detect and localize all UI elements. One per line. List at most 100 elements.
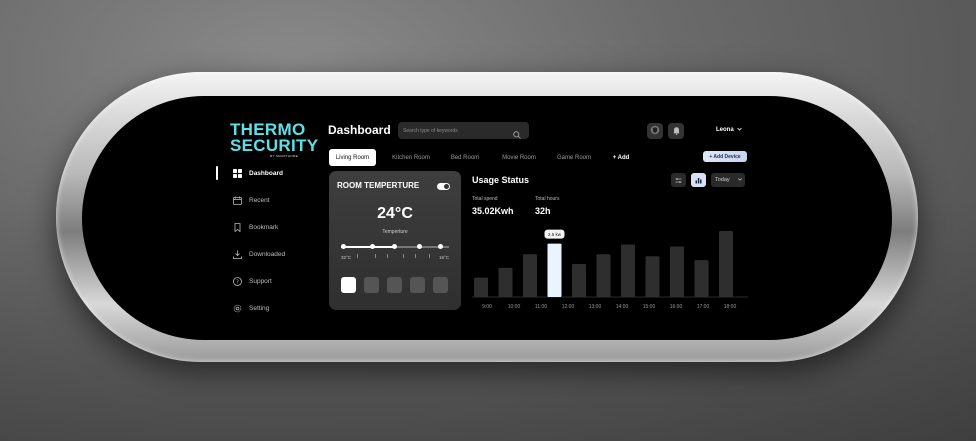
tab-bed-room[interactable]: Bed Room: [446, 149, 484, 166]
chart-x-tick-label: 15:00: [643, 304, 656, 310]
slider-knob[interactable]: [392, 244, 397, 249]
logo-line2: SECURITY: [230, 136, 319, 155]
chart-x-tick-label: 11:00: [535, 304, 547, 310]
tab-movie-room[interactable]: Movie Room: [496, 149, 542, 166]
calendar-icon: [232, 195, 242, 205]
slider-stop: [370, 244, 375, 249]
mode-button-1[interactable]: [341, 277, 356, 293]
usage-bar-chart: 2.5 kw 9:00 10:00 11:00 12:00 13:00 14:00 15:00…: [472, 229, 748, 310]
sidebar-item-setting[interactable]: Setting: [232, 301, 269, 315]
range-min-label: 32°C: [341, 255, 352, 260]
slider-fill: [341, 246, 395, 248]
notification-button[interactable]: [668, 123, 684, 139]
gear-icon: [232, 303, 242, 313]
sidebar-item-label: Recent: [249, 196, 270, 204]
mode-button-2[interactable]: [364, 277, 379, 293]
chevron-down-icon: [736, 127, 742, 133]
total-hours-value: 32h: [535, 206, 551, 216]
tab-game-room[interactable]: Game Room: [552, 149, 596, 166]
chart-tooltip-label: 2.5 kw: [548, 232, 562, 237]
sidebar-item-label: Bookmark: [249, 223, 279, 231]
chart-bar[interactable]: [498, 267, 513, 297]
slider-tick: [429, 254, 430, 258]
chart-x-tick-label: 17:00: [697, 304, 710, 310]
sidebar-item-label: Downloaded: [249, 250, 286, 258]
chart-x-tick-label: 12:00: [562, 304, 575, 310]
chart-bar[interactable]: [621, 244, 635, 297]
chart-x-tick-label: 14:00: [616, 304, 629, 310]
slider-tick: [387, 254, 388, 258]
shield-icon: [650, 122, 660, 140]
chart-bar[interactable]: [645, 256, 660, 297]
slider-tick: [357, 254, 358, 258]
chart-bar[interactable]: [572, 263, 586, 297]
sidebar-item-dashboard[interactable]: Dashboard: [232, 166, 283, 180]
card-title: ROOM TEMPERTURE: [337, 181, 420, 190]
sun-icon: [417, 244, 422, 249]
temperature-slider[interactable]: [341, 244, 449, 249]
chart-bar[interactable]: [523, 254, 537, 297]
period-select[interactable]: Today: [711, 173, 745, 187]
chart-bar[interactable]: [474, 277, 488, 297]
range-max-label: 16°C: [438, 255, 449, 260]
search-bar: [398, 122, 529, 139]
usage-title: Usage Status: [472, 175, 530, 185]
mode-button-4[interactable]: [410, 277, 425, 293]
power-toggle[interactable]: [437, 183, 450, 190]
mode-button-3[interactable]: [387, 277, 402, 293]
sidebar-item-recent[interactable]: Recent: [232, 193, 270, 207]
sidebar-item-label: Support: [249, 277, 272, 285]
svg-text:?: ?: [236, 279, 239, 285]
slider-stop: [341, 244, 346, 249]
user-menu[interactable]: Leona: [716, 127, 742, 133]
sidebar-item-downloaded[interactable]: Downloaded: [232, 247, 285, 261]
temperature-value: 24°C: [377, 205, 413, 222]
search-icon[interactable]: [513, 126, 521, 144]
chart-x-tick-label: 10:00: [508, 304, 521, 310]
sidebar-item-bookmark[interactable]: Bookmark: [232, 220, 278, 234]
chart-bar[interactable]: [547, 243, 562, 297]
bar-chart-view-button[interactable]: [691, 173, 706, 187]
bookmark-icon: [232, 222, 242, 232]
sidebar-item-label: Setting: [249, 304, 270, 312]
chart-bar[interactable]: [670, 246, 684, 297]
slider-tick: [415, 254, 416, 258]
filter-button[interactable]: [671, 173, 686, 187]
total-spend-label: Total spend: [472, 196, 498, 202]
sidebar-item-support[interactable]: ? Support: [232, 274, 272, 288]
chart-x-tick-label: 9:00: [482, 304, 492, 310]
chart-bar[interactable]: [596, 254, 611, 297]
download-icon: [232, 249, 242, 259]
mode-button-5[interactable]: [433, 277, 448, 293]
logo: THERMO SECURITY BY SMARTHOME: [230, 121, 319, 158]
bell-icon: [672, 122, 681, 140]
add-room-button[interactable]: + Add: [607, 149, 635, 166]
add-device-button[interactable]: + Add Device: [703, 151, 747, 162]
total-hours-label: Total hours: [535, 196, 560, 202]
chart-bar[interactable]: [694, 260, 709, 297]
help-icon: ?: [232, 276, 242, 286]
chart-x-tick-label: 18:00: [724, 304, 737, 310]
moon-icon: [438, 244, 443, 249]
status-button[interactable]: [647, 123, 663, 139]
room-temperature-card: ROOM TEMPERTURE 24°C Temperture 32°C 16°…: [329, 171, 461, 310]
sliders-icon: [675, 171, 682, 189]
search-input[interactable]: [403, 125, 508, 136]
slider-tick: [403, 254, 404, 258]
total-spend-value: 35.02Kwh: [472, 206, 514, 216]
grid-icon: [232, 168, 242, 178]
slider-tick: [375, 254, 376, 258]
bar-chart-icon: [695, 171, 702, 189]
sidebar-item-label: Dashboard: [249, 169, 283, 177]
sidebar-active-indicator: [216, 166, 218, 180]
page-title: Dashboard: [328, 123, 391, 137]
temperature-label: Temperture: [382, 229, 408, 235]
user-name: Leona: [716, 127, 734, 133]
chart-x-tick-label: 16:00: [670, 304, 683, 310]
tab-living-room[interactable]: Living Room: [329, 149, 376, 166]
chart-x-tick-label: 13:00: [589, 304, 602, 310]
period-value: Today: [715, 177, 730, 183]
tab-kitchen-room[interactable]: Kitchen Room: [385, 149, 437, 166]
chevron-down-icon: [737, 177, 742, 183]
chart-bar[interactable]: [719, 230, 733, 297]
